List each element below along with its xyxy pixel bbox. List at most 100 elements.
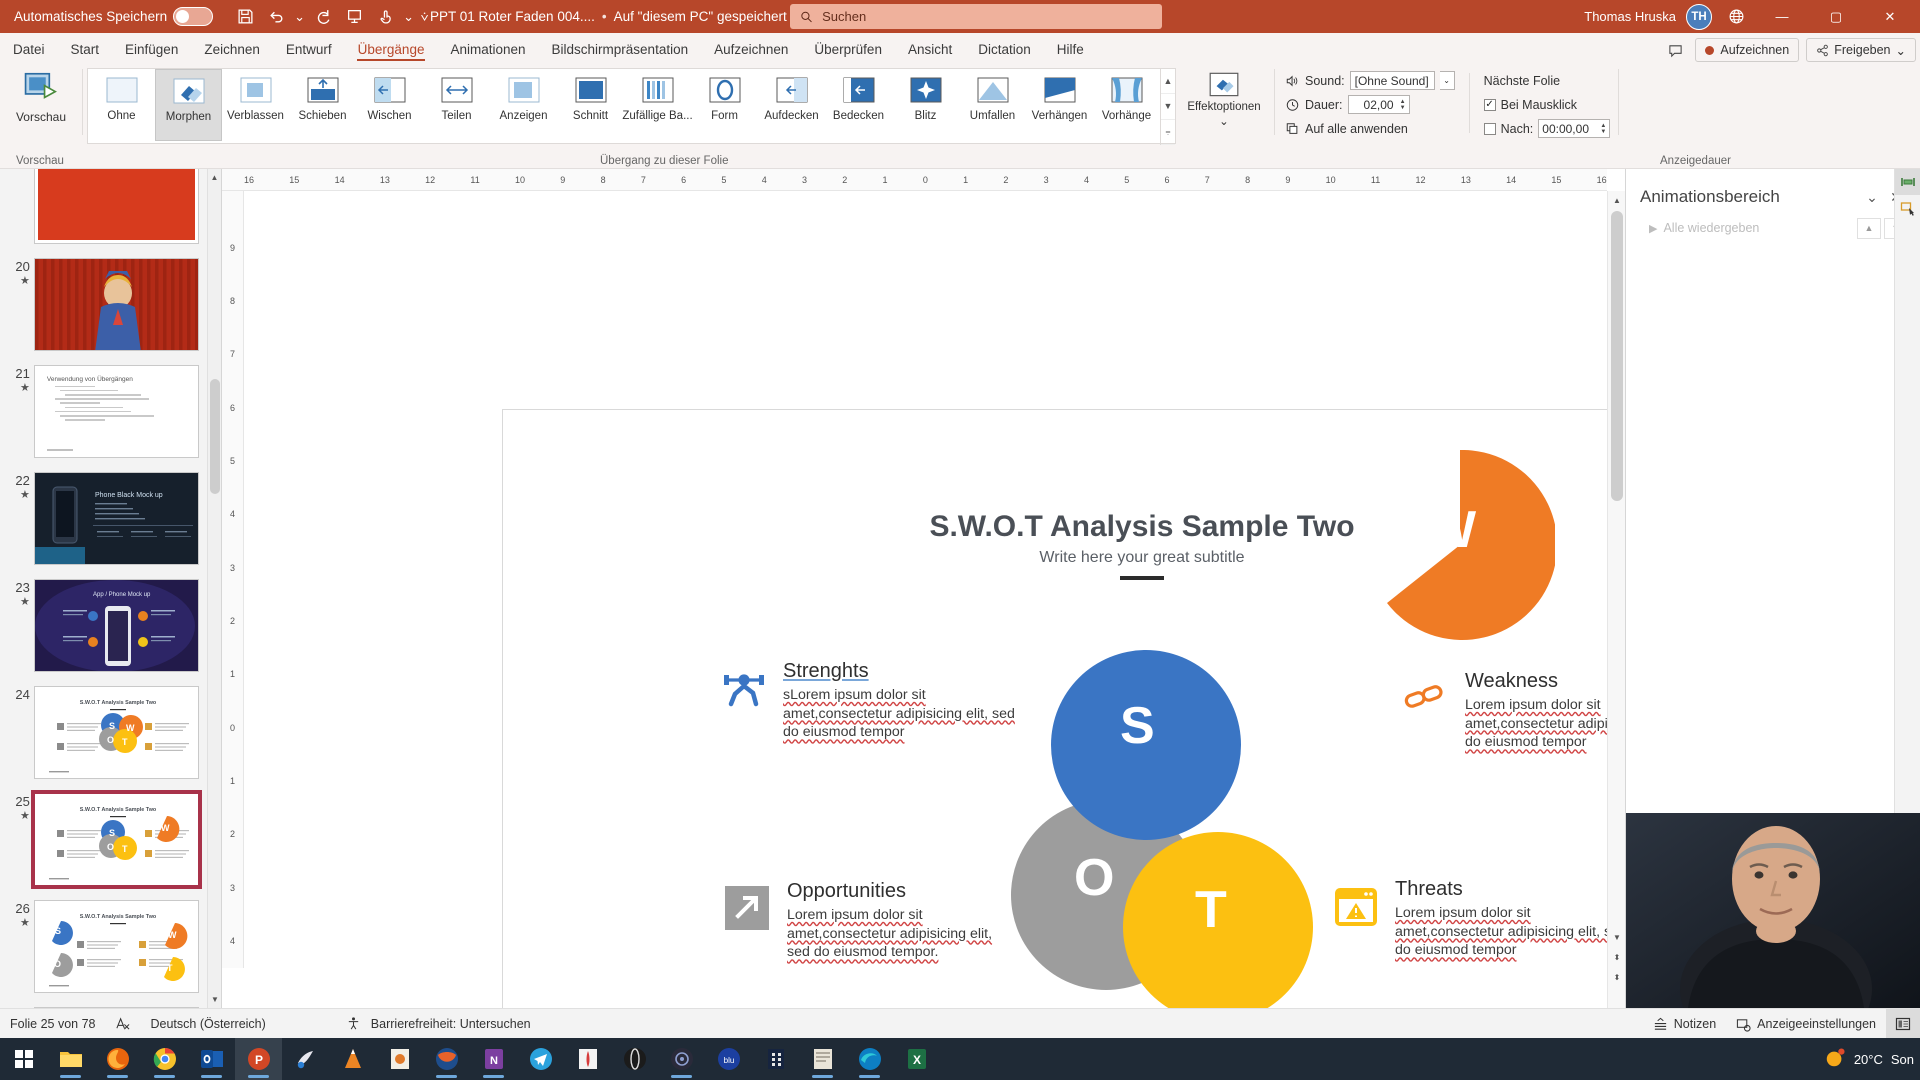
transition-anzeigen[interactable]: Anzeigen <box>490 69 557 141</box>
tab-einf-gen[interactable]: Einfügen <box>112 35 191 63</box>
redo-icon[interactable] <box>309 4 337 30</box>
apply-all-button[interactable]: Auf alle anwenden <box>1285 119 1455 138</box>
share-caret-icon[interactable]: ⌄ <box>1896 43 1906 58</box>
slide-thumbnail-25[interactable]: S.W.O.T Analysis Sample Two W S O T <box>30 790 203 889</box>
threats-circle[interactable]: T <box>1123 832 1313 1008</box>
effect-options-button[interactable]: Effektoptionen ⌄ <box>1184 63 1264 153</box>
transition-vorh-nge[interactable]: Vorhänge <box>1093 69 1160 141</box>
slide-counter[interactable]: Folie 25 von 78 <box>0 1009 105 1039</box>
after-row[interactable]: Nach: 00:00,00 ▲ ▼ <box>1483 119 1611 138</box>
threats-block[interactable]: Threats Lorem ipsum dolor sit amet,conse… <box>1333 878 1625 960</box>
duration-input[interactable]: 02,00 ▲ ▼ <box>1347 95 1410 114</box>
transition-zuf-llige-ba-[interactable]: Zufällige Ba... <box>622 69 693 141</box>
slide-scroll-down-button[interactable]: ▼ <box>1608 928 1625 946</box>
transition-blitz[interactable]: Blitz <box>892 69 959 141</box>
thumbnail-scroll-down-button[interactable]: ▼ <box>208 991 221 1008</box>
gallery-expand-button[interactable]: ⩦ <box>1161 120 1175 145</box>
minimize-button[interactable]: — <box>1760 0 1804 33</box>
horizontal-ruler[interactable]: 16 15 14 13 12 11 10 9 8 7 6 5 4 3 2 1 0 1 2 3 4 5 6 7 8 9 10 11 12 1… <box>222 169 1607 191</box>
weakness-pac-shape[interactable]: W <box>1365 449 1558 640</box>
slide-thumbnail-22[interactable]: Phone Black Mock up <box>33 472 199 565</box>
thunderbird-icon[interactable] <box>423 1038 470 1080</box>
after-checkbox[interactable] <box>1483 122 1496 135</box>
transition-bedecken[interactable]: Bedecken <box>825 69 892 141</box>
tab--berpr-fen[interactable]: Überprüfen <box>801 35 895 63</box>
slide-thumbnail-row[interactable]: 19 <box>0 169 207 251</box>
slide-thumbnail-21[interactable]: Verwendung von Übergängen <box>33 365 199 458</box>
close-button[interactable]: ✕ <box>1868 0 1912 33</box>
search-box[interactable] <box>790 4 1162 29</box>
weakness-block[interactable]: Weakness Lorem ipsum dolor sit amet,cons… <box>1403 670 1625 752</box>
transition-verblassen[interactable]: Verblassen <box>222 69 289 141</box>
slide-thumbnail-row[interactable]: 27 <box>0 1000 207 1008</box>
slide-thumbnail-row[interactable]: 23 ★ App / Phone Mock up <box>0 572 207 679</box>
slide-thumbnail-row[interactable]: 21 ★ Verwendung von Übergängen <box>0 358 207 465</box>
tab-aufzeichnen[interactable]: Aufzeichnen <box>701 35 801 63</box>
tab-datei[interactable]: Datei <box>0 35 58 63</box>
gallery-scroll-up-button[interactable]: ▲ <box>1161 69 1175 95</box>
present-icon[interactable] <box>340 4 368 30</box>
save-icon[interactable] <box>231 4 259 30</box>
sound-dropdown-caret-icon[interactable]: ⌄ <box>1439 71 1455 90</box>
start-icon[interactable] <box>0 1038 47 1080</box>
transition-verh-ngen[interactable]: Verhängen <box>1026 69 1093 141</box>
autosave-toggle[interactable] <box>173 7 214 26</box>
gallery-scroll-down-button[interactable]: ▼ <box>1161 94 1175 120</box>
transition-teilen[interactable]: Teilen <box>423 69 490 141</box>
play-all-button[interactable]: ▶ Alle wiedergeben <box>1640 217 1768 239</box>
file-explorer-icon[interactable] <box>47 1038 94 1080</box>
preview-button[interactable]: Vorschau <box>0 63 82 153</box>
avatar[interactable]: TH <box>1686 3 1712 30</box>
blue-circle-icon[interactable]: blu <box>705 1038 752 1080</box>
animation-pane-icon[interactable] <box>1895 169 1920 195</box>
paint-icon[interactable] <box>282 1038 329 1080</box>
thumbnail-scroll-up-button[interactable]: ▲ <box>208 169 221 186</box>
effect-options-caret-icon[interactable]: ⌄ <box>1219 116 1229 129</box>
notes-icon[interactable] <box>799 1038 846 1080</box>
view-normal-icon[interactable] <box>1886 1009 1920 1039</box>
slide-thumbnail-row[interactable]: 25 ★ S.W.O.T Analysis Sample Two W S O T <box>0 786 207 893</box>
tool-icon[interactable] <box>611 1038 658 1080</box>
vertical-ruler[interactable]: 9 8 7 6 5 4 3 2 1 0 1 2 3 4 <box>222 191 244 968</box>
sound-select[interactable]: [Ohne Sound] <box>1349 71 1435 90</box>
chrome-icon[interactable] <box>141 1038 188 1080</box>
language-indicator[interactable]: Deutsch (Österreich) <box>140 1009 275 1039</box>
on-click-checkbox[interactable]: ✓ <box>1483 98 1496 111</box>
edge-icon[interactable] <box>846 1038 893 1080</box>
globe-icon[interactable] <box>1722 4 1750 30</box>
transition-form[interactable]: Form <box>691 69 758 141</box>
on-click-row[interactable]: ✓ Bei Mausklick <box>1483 95 1611 114</box>
transition-aufdecken[interactable]: Aufdecken <box>758 69 825 141</box>
thumbnail-scrollbar[interactable]: ▲ ▼ <box>207 169 221 1008</box>
slide-thumbnail-row[interactable]: 26 ★ S.W.O.T Analysis Sample Two S W O T <box>0 893 207 1000</box>
excel-icon[interactable]: X <box>893 1038 940 1080</box>
touch-dropdown-caret[interactable]: ⌄ <box>402 4 415 30</box>
slide-canvas[interactable]: S.W.O.T Analysis Sample Two Write here y… <box>502 409 1625 1008</box>
slide-thumbnail-row[interactable]: 24 S.W.O.T Analysis Sample Two S W O T <box>0 679 207 786</box>
slide-thumbnail-24[interactable]: S.W.O.T Analysis Sample Two S W O T <box>33 686 199 779</box>
search-input[interactable] <box>822 9 1152 24</box>
tab-ansicht[interactable]: Ansicht <box>895 35 965 63</box>
opportunities-block[interactable]: Opportunities Lorem ipsum dolor sit amet… <box>725 880 1015 962</box>
app-icon[interactable] <box>752 1038 799 1080</box>
onenote-icon[interactable]: N <box>470 1038 517 1080</box>
tab-entwurf[interactable]: Entwurf <box>273 35 345 63</box>
slide-thumbnail-row[interactable]: 22 ★ Phone Black Mock up <box>0 465 207 572</box>
firefox-icon[interactable] <box>94 1038 141 1080</box>
tab-animationen[interactable]: Animationen <box>437 35 538 63</box>
weather-widget[interactable]: 20°C Son <box>1824 1047 1914 1072</box>
slide-thumbnail-23[interactable]: App / Phone Mock up <box>33 579 199 672</box>
powerpoint-icon[interactable]: P <box>235 1038 282 1080</box>
audacity-icon[interactable] <box>564 1038 611 1080</box>
telegram-icon[interactable] <box>517 1038 564 1080</box>
transition-ohne[interactable]: Ohne <box>88 69 155 141</box>
outlook-icon[interactable] <box>188 1038 235 1080</box>
selection-pane-icon[interactable] <box>1895 195 1920 221</box>
after-input[interactable]: 00:00,00 ▲ ▼ <box>1538 119 1611 138</box>
transition-morphen[interactable]: Morphen <box>155 69 222 141</box>
duration-spinner[interactable]: ▲ ▼ <box>1400 99 1406 111</box>
touch-mode-icon[interactable] <box>371 4 399 30</box>
undo-dropdown-caret[interactable]: ⌄ <box>293 4 306 30</box>
after-spinner[interactable]: ▲ ▼ <box>1600 123 1606 135</box>
comments-icon[interactable] <box>1662 38 1688 62</box>
